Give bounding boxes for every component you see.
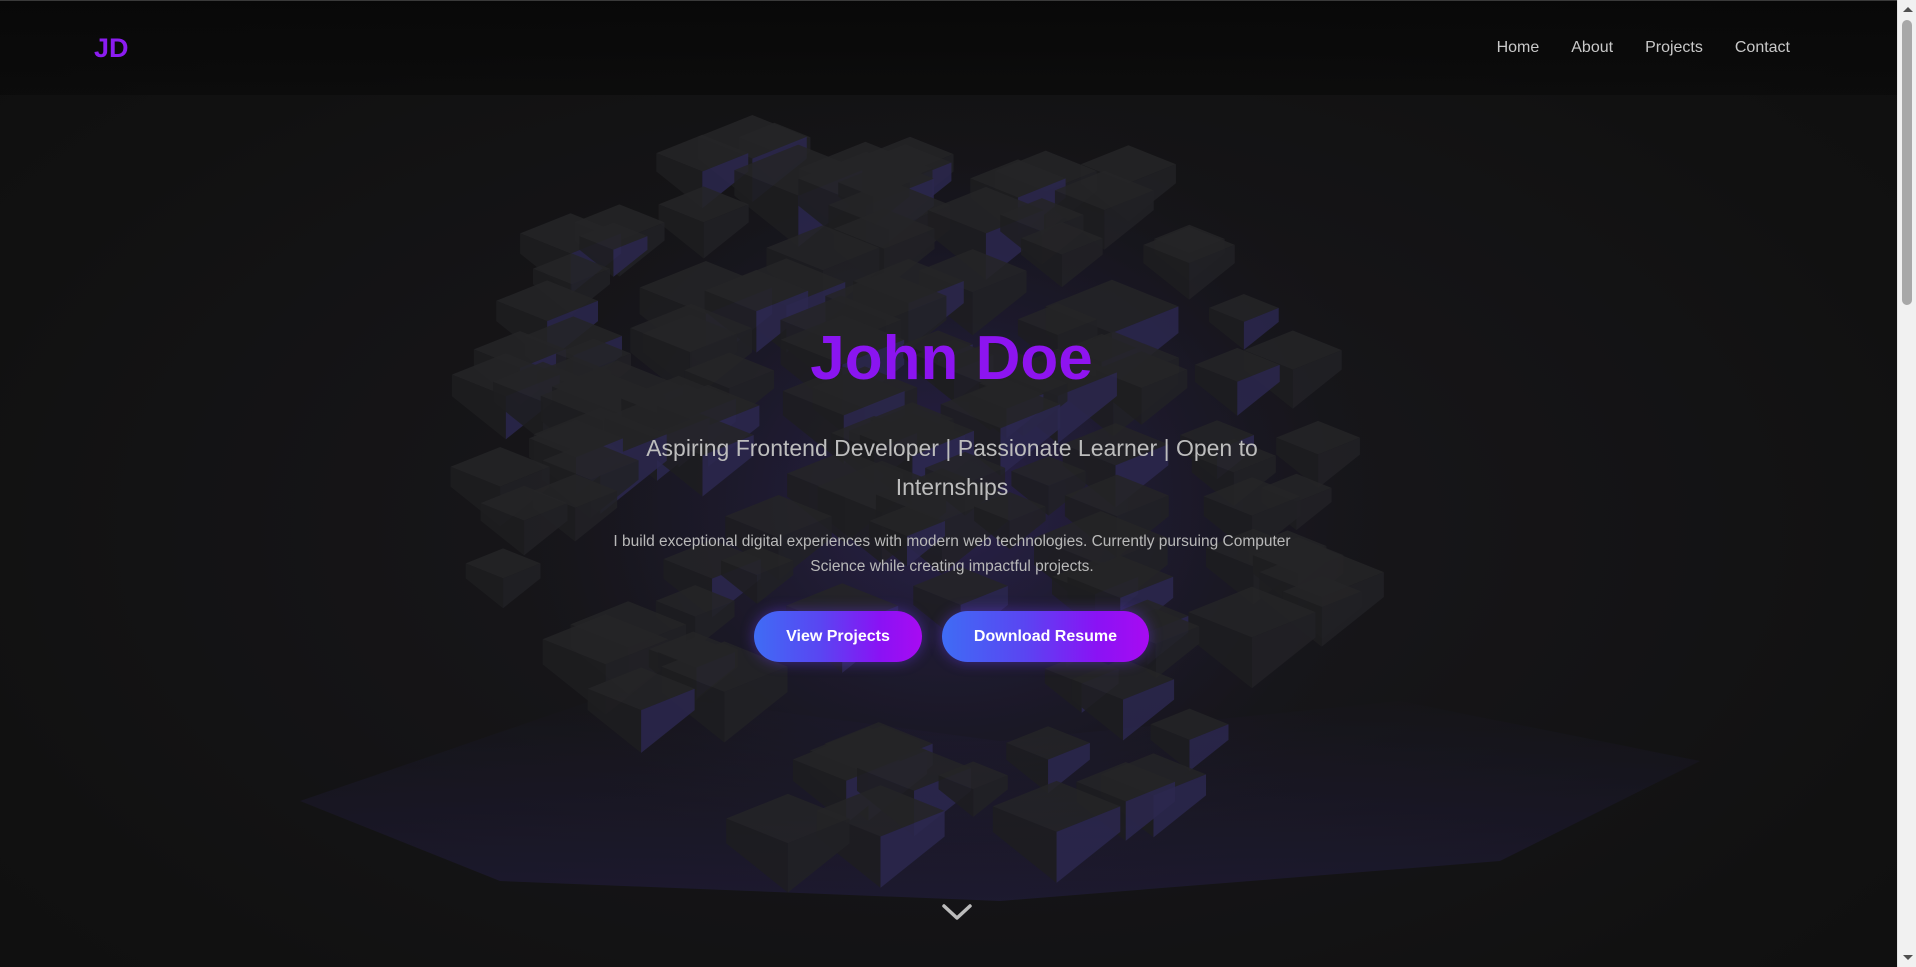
nav-link-projects[interactable]: Projects <box>1645 39 1703 57</box>
nav-link-contact[interactable]: Contact <box>1735 39 1790 57</box>
page-scrollbar[interactable] <box>1897 0 1916 967</box>
scroll-up-arrow-icon[interactable] <box>1903 7 1913 12</box>
download-resume-button[interactable]: Download Resume <box>942 611 1149 662</box>
hero-buttons: View Projects Download Resume <box>754 611 1149 662</box>
nav-links: Home About Projects Contact <box>1497 39 1790 57</box>
hero-section: John Doe Aspiring Frontend Developer | P… <box>0 1 1897 967</box>
scroll-down-arrow-icon[interactable] <box>1903 955 1913 960</box>
view-projects-button[interactable]: View Projects <box>754 611 922 662</box>
chevron-down-icon[interactable] <box>940 901 974 923</box>
navbar: JD Home About Projects Contact <box>0 1 1897 95</box>
hero-description: I build exceptional digital experiences … <box>613 533 1291 575</box>
page-viewport: JD Home About Projects Contact John Doe … <box>0 0 1897 967</box>
nav-link-home[interactable]: Home <box>1497 39 1540 57</box>
nav-link-about[interactable]: About <box>1571 39 1613 57</box>
hero-title: John Doe <box>0 319 1897 399</box>
scrollbar-thumb[interactable] <box>1902 20 1912 305</box>
hero-subtitle: Aspiring Frontend Developer | Passionate… <box>646 435 1258 500</box>
logo[interactable]: JD <box>94 33 129 64</box>
